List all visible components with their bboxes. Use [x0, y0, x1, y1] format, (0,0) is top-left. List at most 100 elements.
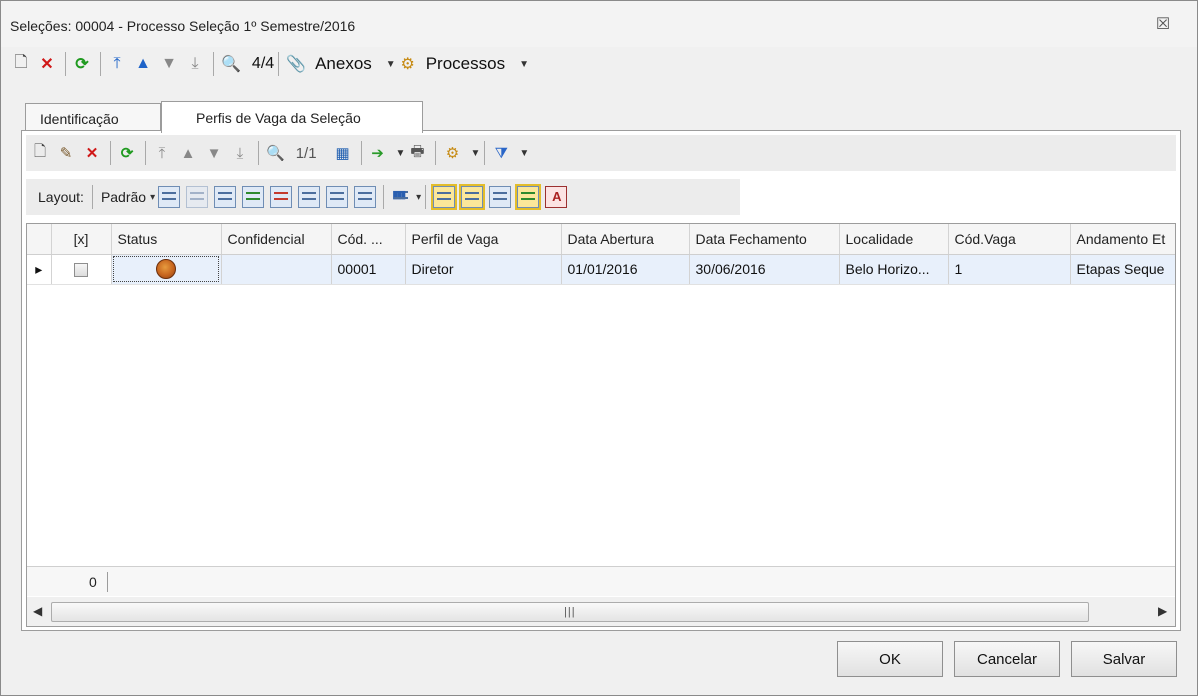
column-header-perfil-de-vaga[interactable]: Perfil de Vaga	[405, 224, 562, 255]
first-record-icon[interactable]: ⤒	[105, 51, 129, 77]
layout-select[interactable]: Padrão	[101, 189, 146, 205]
import-layout-icon[interactable]	[242, 186, 265, 208]
andamento-cell[interactable]: Etapas Seque	[1070, 254, 1175, 285]
perfil-de-vaga-cell[interactable]: Diretor	[405, 254, 562, 285]
footer-select-count: 0	[89, 574, 97, 590]
row-indicator-icon: ▸	[27, 254, 52, 285]
chart-glyph: ▮▮▮	[392, 189, 406, 201]
table-row[interactable]: ▸ 00001 Diretor 01/01/2016 30/06/2016 Be…	[27, 254, 1175, 285]
columns-icon[interactable]	[214, 186, 237, 208]
localidade-cell[interactable]: Belo Horizo...	[839, 254, 949, 285]
grid-toolbar: 🗋 ✎ ✕ ⟳ ⤒ ▲ ▼ ⤓ 🔍 1/1 ▦ ➔ ▼ 🖶 ⚙ ▼ ⧩ ▼	[26, 135, 1176, 171]
export-dropdown-icon[interactable]: ▼	[396, 148, 406, 159]
toggle-group-panel-icon[interactable]	[489, 186, 512, 208]
column-header-confidencial[interactable]: Confidencial	[221, 224, 332, 255]
row-select-cell[interactable]	[51, 254, 112, 285]
font-icon[interactable]: A	[545, 186, 568, 208]
horizontal-scrollbar[interactable]: ◀ ||| ▶	[27, 597, 1175, 626]
filter-dropdown-icon[interactable]: ▼	[519, 148, 529, 159]
previous-record-icon[interactable]: ▲	[131, 51, 155, 77]
column-header-select[interactable]: [x]	[51, 224, 112, 255]
ok-button[interactable]: OK	[837, 641, 943, 677]
column-header-data-fechamento[interactable]: Data Fechamento	[689, 224, 840, 255]
codigo-cell[interactable]: 00001	[331, 254, 406, 285]
confidencial-cell[interactable]	[221, 254, 332, 285]
filter-icon[interactable]: ⧩	[489, 140, 513, 166]
grid-footer: 0	[27, 566, 1175, 596]
chart-icon[interactable]: ▮▮▮	[391, 186, 413, 208]
format-icon[interactable]	[354, 186, 377, 208]
tab-perfis-de-vaga[interactable]: Perfis de Vaga da Seleção	[161, 101, 423, 133]
toolbar-separator	[258, 141, 259, 165]
refresh-icon[interactable]: ⟳	[70, 51, 94, 77]
refresh-grid-icon[interactable]: ⟳	[115, 140, 139, 166]
scroll-left-icon[interactable]: ◀	[33, 604, 42, 618]
tab-identificacao[interactable]: Identificação	[25, 103, 161, 133]
delete-record-icon[interactable]: ✕	[35, 51, 59, 77]
delete-row-icon[interactable]: ✕	[80, 140, 104, 166]
scroll-right-icon[interactable]: ▶	[1158, 604, 1167, 618]
toolbar-separator	[91, 185, 93, 209]
title-bar: Seleções: 00004 - Processo Seleção 1º Se…	[1, 1, 1197, 47]
column-header-cod-vaga[interactable]: Cód.Vaga	[948, 224, 1071, 255]
scrollbar-thumb[interactable]: |||	[51, 602, 1089, 622]
data-fechamento-cell[interactable]: 30/06/2016	[689, 254, 840, 285]
grid-header-row: [x] Status Confidencial Cód. ... Perfil …	[27, 224, 1175, 255]
toggle-footer-icon[interactable]	[459, 184, 486, 210]
processos-button[interactable]: Processos	[426, 54, 505, 74]
toolbar-separator	[383, 185, 385, 209]
window-title: Seleções: 00004 - Processo Seleção 1º Se…	[10, 18, 356, 34]
toolbar-separator	[65, 52, 66, 76]
chart-dropdown-icon[interactable]: ▾	[416, 192, 421, 203]
next-record-icon[interactable]: ▼	[157, 51, 181, 77]
column-header-andamento[interactable]: Andamento Et	[1070, 224, 1175, 255]
cod-vaga-cell[interactable]: 1	[948, 254, 1071, 285]
previous-row-icon[interactable]: ▲	[176, 140, 200, 166]
new-row-icon[interactable]: 🗋	[28, 140, 52, 166]
row-select-checkbox[interactable]	[74, 263, 88, 278]
last-record-icon[interactable]: ⤓	[183, 51, 207, 77]
column-header-codigo[interactable]: Cód. ...	[331, 224, 406, 255]
calendar-grid-icon[interactable]: ▦	[331, 140, 355, 166]
delete-layout-icon[interactable]	[186, 186, 209, 208]
cancel-button[interactable]: Cancelar	[954, 641, 1060, 677]
data-abertura-cell[interactable]: 01/01/2016	[561, 254, 690, 285]
edit-row-icon[interactable]: ✎	[54, 140, 78, 166]
toolbar-separator	[110, 141, 111, 165]
anexos-button[interactable]: Anexos	[315, 54, 372, 74]
paperclip-icon[interactable]: 📎	[283, 51, 309, 77]
sum-icon[interactable]	[326, 186, 349, 208]
anexos-dropdown-icon[interactable]: ▼	[386, 59, 396, 70]
group-icon[interactable]	[298, 186, 321, 208]
processes-gear-icon[interactable]: ⚙	[396, 51, 420, 77]
processes-dropdown-icon[interactable]: ▼	[470, 148, 480, 159]
processos-dropdown-icon[interactable]: ▼	[519, 59, 529, 70]
record-counter: 4/4	[251, 55, 275, 72]
layout-dropdown-icon[interactable]: ▾	[150, 192, 155, 203]
column-header-localidade[interactable]: Localidade	[839, 224, 949, 255]
layout-label: Layout:	[38, 189, 84, 205]
toggle-filter-row-icon[interactable]	[515, 184, 542, 210]
toolbar-separator	[484, 141, 486, 165]
column-header-data-abertura[interactable]: Data Abertura	[561, 224, 690, 255]
new-record-icon[interactable]: 🗋	[9, 51, 33, 77]
last-row-icon[interactable]: ⤓	[228, 140, 252, 166]
save-button[interactable]: Salvar	[1071, 641, 1177, 677]
first-row-icon[interactable]: ⤒	[150, 140, 174, 166]
toggle-header-icon[interactable]	[431, 184, 458, 210]
status-cell[interactable]	[111, 254, 222, 285]
grid-binoculars-icon[interactable]: 🔍	[263, 140, 288, 166]
toolbar-separator	[278, 52, 280, 76]
next-row-icon[interactable]: ▼	[202, 140, 226, 166]
main-toolbar: 🗋 ✕ ⟳ ⤒ ▲ ▼ ⤓ 🔍 4/4 📎 Anexos ▼ ⚙ Process…	[9, 47, 1189, 81]
grid-processes-gear-icon[interactable]: ⚙	[440, 140, 464, 166]
tab-panel: 🗋 ✎ ✕ ⟳ ⤒ ▲ ▼ ⤓ 🔍 1/1 ▦ ➔ ▼ 🖶 ⚙ ▼ ⧩ ▼ La…	[21, 130, 1181, 631]
binoculars-icon[interactable]: 🔍	[218, 51, 244, 77]
save-layout-icon[interactable]	[158, 186, 181, 208]
export-layout-icon[interactable]	[270, 186, 293, 208]
font-glyph: A	[552, 189, 562, 204]
close-icon[interactable]: ☒	[1151, 13, 1175, 37]
export-icon[interactable]: ➔	[366, 140, 390, 166]
print-icon[interactable]: 🖶	[405, 140, 429, 166]
column-header-status[interactable]: Status	[111, 224, 222, 255]
